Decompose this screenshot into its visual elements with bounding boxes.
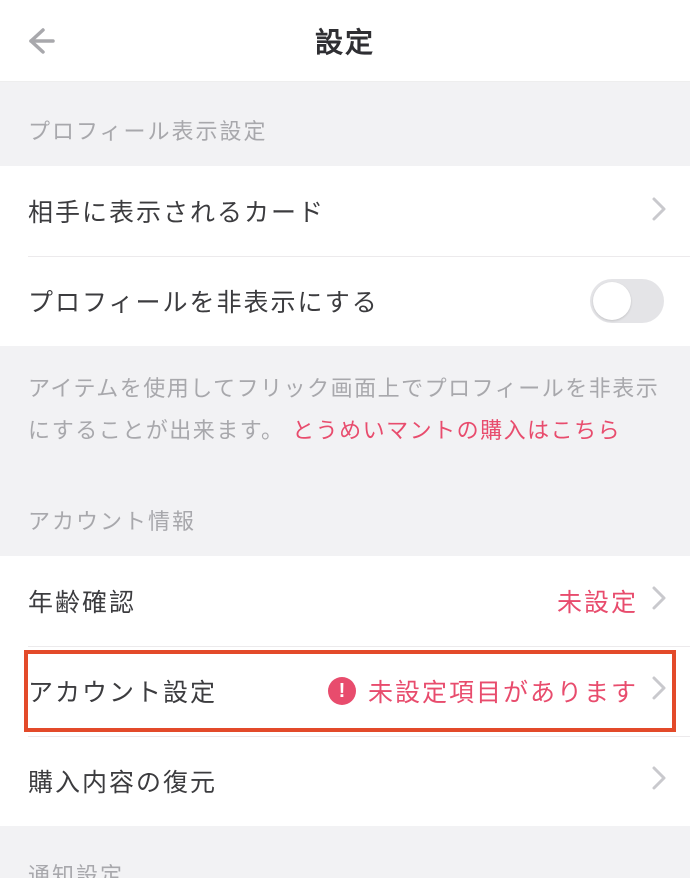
chevron-right-icon xyxy=(650,674,668,707)
back-button[interactable] xyxy=(18,19,62,63)
row-label: プロフィールを非表示にする xyxy=(28,283,590,319)
chevron-right-icon xyxy=(650,195,668,228)
row-label: 相手に表示されるカード xyxy=(28,193,650,229)
profile-list: 相手に表示されるカード プロフィールを非表示にする xyxy=(0,166,690,346)
row-label: 年齢確認 xyxy=(28,583,557,619)
row-hide-profile: プロフィールを非表示にする xyxy=(0,256,690,346)
invisible-cloak-link[interactable]: とうめいマントの購入はこちら xyxy=(292,418,621,443)
profile-hide-description: アイテムを使用してフリック画面上でプロフィールを非表示にすることが出来ます。 と… xyxy=(0,346,690,476)
page-title: 設定 xyxy=(0,21,690,61)
row-card-shown[interactable]: 相手に表示されるカード xyxy=(0,166,690,256)
row-label: アカウント設定 xyxy=(28,673,328,709)
age-verify-value: 未設定 xyxy=(557,583,638,619)
account-list: 年齢確認 未設定 アカウント設定 ! 未設定項目があります 購入内容の復元 xyxy=(0,556,690,826)
row-label: 購入内容の復元 xyxy=(28,763,650,799)
arrow-left-icon xyxy=(25,26,55,56)
section-header-account: アカウント情報 xyxy=(0,476,690,556)
account-settings-warning: 未設定項目があります xyxy=(368,673,638,709)
toggle-knob xyxy=(593,282,631,320)
chevron-right-icon xyxy=(650,764,668,797)
row-restore-purchases[interactable]: 購入内容の復元 xyxy=(0,736,690,826)
hide-profile-toggle[interactable] xyxy=(590,279,664,323)
header-bar: 設定 xyxy=(0,0,690,82)
chevron-right-icon xyxy=(650,584,668,617)
section-header-profile: プロフィール表示設定 xyxy=(0,82,690,166)
section-header-notify: 通知設定 xyxy=(0,826,690,878)
alert-icon: ! xyxy=(328,677,356,705)
row-age-verification[interactable]: 年齢確認 未設定 xyxy=(0,556,690,646)
row-account-settings[interactable]: アカウント設定 ! 未設定項目があります xyxy=(0,646,690,736)
